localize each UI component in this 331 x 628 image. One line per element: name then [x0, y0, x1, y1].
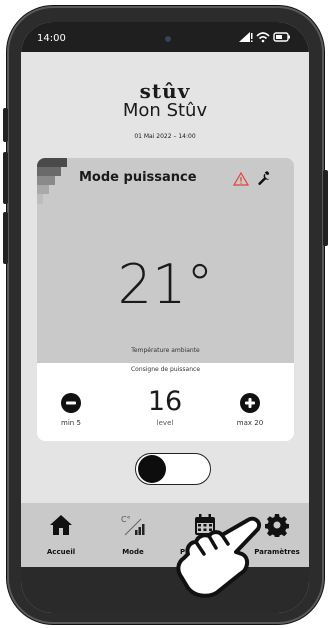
max-label: max 20: [236, 419, 264, 427]
side-button: [3, 152, 8, 204]
plus-icon: [245, 398, 255, 408]
temperature-label: Température ambiante: [131, 347, 200, 354]
power-button: [323, 170, 328, 246]
gear-icon: [265, 514, 289, 537]
temperature-value: 21°: [117, 253, 214, 316]
warning-icon[interactable]: [233, 172, 249, 186]
mode-title: Mode puissance: [79, 170, 197, 185]
date-time: 01 Mai 2022 – 14:00: [134, 133, 196, 140]
power-setting-label: Consigne de puissance: [130, 366, 201, 373]
phone-screen: 14:00 stûv Mon Stûv 01 Mai 2022 – 14:00: [21, 22, 309, 613]
level-label: level: [156, 419, 174, 427]
nav-label: Mode: [122, 548, 144, 556]
min-label: min 5: [61, 419, 81, 427]
decrease-button[interactable]: [61, 393, 81, 413]
mode-icon: C°: [121, 515, 145, 536]
power-toggle[interactable]: [135, 453, 211, 485]
signal-wifi-battery-icon: [239, 32, 290, 43]
nav-label: Accueil: [46, 548, 76, 556]
nav-item-mode[interactable]: C° Mode: [101, 503, 165, 567]
side-button: [3, 212, 8, 264]
app-screen: 14:00 stûv Mon Stûv 01 Mai 2022 – 14:00: [21, 22, 309, 613]
power-stairs-icon: [37, 158, 67, 204]
status-time: 14:00: [37, 33, 66, 44]
minus-icon: [66, 401, 76, 405]
increase-button[interactable]: [240, 393, 260, 413]
level-value: 16: [147, 386, 183, 417]
camera-icon: [165, 36, 171, 42]
tap-hand-icon: [176, 516, 261, 598]
side-button: [3, 108, 8, 142]
toggle-knob: [138, 455, 166, 483]
nav-item-accueil[interactable]: Accueil: [29, 503, 93, 567]
status-icons: [239, 31, 291, 46]
wrench-icon[interactable]: [255, 170, 272, 187]
page-title: Mon Stûv: [122, 100, 208, 121]
mode-card: Mode puissance 21° Température ambiante …: [37, 158, 294, 441]
svg-text:C°: C°: [121, 515, 131, 524]
home-icon: [50, 515, 72, 535]
